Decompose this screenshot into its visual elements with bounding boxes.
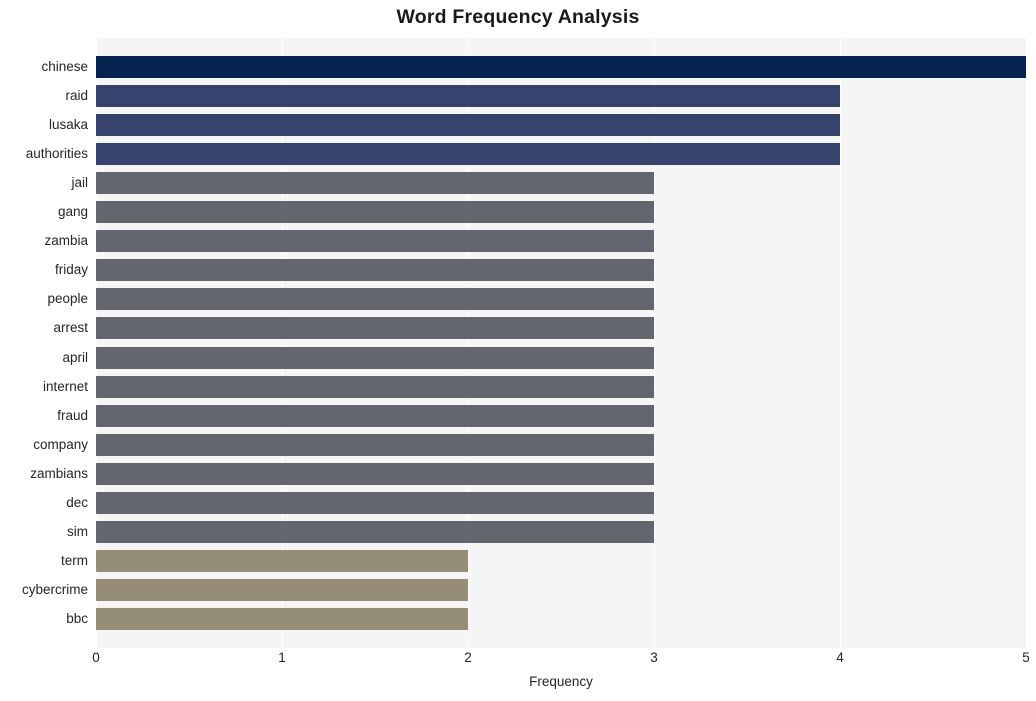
bar (96, 172, 654, 195)
y-tick-label: lusaka (48, 117, 88, 133)
x-axis-title: Frequency (529, 674, 593, 689)
bar (96, 259, 654, 282)
y-tick-label: fraud (57, 407, 88, 423)
bar-fill (96, 520, 654, 543)
bar (96, 230, 654, 253)
bar (96, 607, 468, 630)
y-tick-label: company (33, 436, 88, 452)
y-axis: chinese raid lusaka authorities jail gang zamb… (0, 38, 88, 648)
bar-fill (96, 143, 840, 166)
bar-fill (96, 201, 654, 224)
bar (96, 346, 654, 369)
bar (96, 114, 840, 137)
x-tick-label: 0 (92, 650, 100, 665)
y-tick-label: bbc (66, 610, 88, 626)
bar (96, 317, 654, 340)
y-tick-label: cybercrime (21, 581, 88, 597)
bar (96, 520, 654, 543)
bar-fill (96, 85, 840, 108)
y-tick-label: zambians (30, 465, 88, 481)
bar (96, 143, 840, 166)
y-tick-label: sim (67, 523, 88, 539)
bar-fill (96, 491, 654, 514)
bar (96, 462, 654, 485)
bar-fill (96, 404, 654, 427)
bar-fill (96, 462, 654, 485)
y-tick-label: authorities (25, 146, 88, 162)
bar (96, 201, 654, 224)
gridline (840, 38, 842, 648)
bar (96, 549, 468, 572)
bar-fill (96, 433, 654, 456)
y-tick-label: jail (71, 175, 88, 191)
y-tick-label: people (47, 291, 88, 307)
bar (96, 491, 654, 514)
y-tick-label: internet (42, 378, 88, 394)
x-tick-label: 5 (1022, 650, 1030, 665)
bar (96, 375, 654, 398)
word-frequency-chart-figure: Word Frequency Analysis chinese raid lusak… (0, 0, 1036, 701)
bar (96, 56, 1026, 79)
y-tick-label: april (62, 349, 88, 365)
x-tick-label: 4 (836, 650, 844, 665)
x-tick-label: 3 (650, 650, 658, 665)
bar (96, 404, 654, 427)
bar (96, 433, 654, 456)
bar-fill (96, 288, 654, 311)
y-tick-label: gang (57, 204, 88, 220)
bar-fill (96, 56, 1026, 79)
bar-fill (96, 578, 468, 601)
y-tick-label: zambia (44, 233, 88, 249)
x-tick-label: 1 (278, 650, 286, 665)
x-axis: 0 1 2 3 4 5 (0, 650, 1036, 672)
y-tick-label: term (61, 552, 88, 568)
bar (96, 288, 654, 311)
y-tick-label: chinese (41, 59, 88, 75)
bar (96, 578, 468, 601)
bar-fill (96, 346, 654, 369)
chart-title: Word Frequency Analysis (396, 6, 640, 28)
plot-area (96, 38, 1026, 648)
y-tick-label: dec (66, 494, 88, 510)
y-tick-label: raid (65, 88, 88, 104)
bar-fill (96, 172, 654, 195)
bar-fill (96, 549, 468, 572)
y-tick-label: arrest (53, 320, 88, 336)
bar (96, 85, 840, 108)
bar-fill (96, 230, 654, 253)
bar-fill (96, 317, 654, 340)
bar-fill (96, 375, 654, 398)
bar-fill (96, 259, 654, 282)
y-tick-label: friday (54, 262, 88, 278)
bar-fill (96, 114, 840, 137)
x-tick-label: 2 (464, 650, 472, 665)
bar-fill (96, 607, 468, 630)
